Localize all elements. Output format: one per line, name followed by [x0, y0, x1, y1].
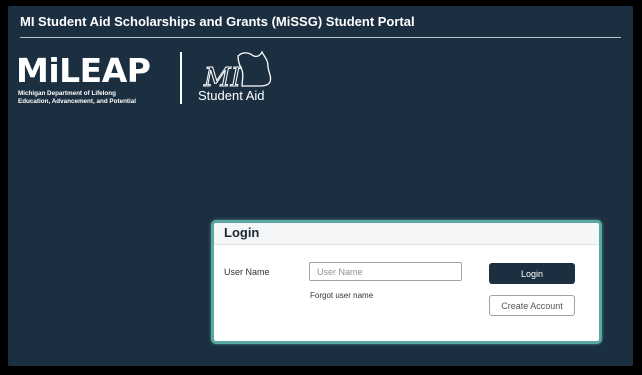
- title-divider: [20, 37, 621, 38]
- login-card: Login User Name Forgot user name Login C…: [211, 220, 602, 344]
- brand-divider: [180, 52, 182, 104]
- user-name-input[interactable]: [309, 262, 462, 281]
- mileap-subtitle: Michigan Department of Lifelong Educatio…: [18, 90, 188, 106]
- michigan-outline-icon: [237, 50, 272, 87]
- mileap-subtitle-line2: Education, Advancement, and Potential: [18, 98, 137, 105]
- brand-bar: MiLEAP Michigan Department of Lifelong E…: [16, 50, 316, 110]
- portal-title: MI Student Aid Scholarships and Grants (…: [20, 14, 415, 29]
- mi-student-aid-label: Student Aid: [198, 88, 265, 103]
- mileap-subtitle-line1: Michigan Department of Lifelong: [18, 90, 116, 97]
- login-heading: Login: [214, 223, 599, 245]
- mileap-logo: MiLEAP: [16, 51, 151, 90]
- forgot-user-name-link[interactable]: Forgot user name: [310, 291, 373, 300]
- app-window: MI Student Aid Scholarships and Grants (…: [8, 6, 633, 366]
- user-name-label: User Name: [224, 267, 270, 277]
- login-button[interactable]: Login: [489, 263, 575, 284]
- create-account-button[interactable]: Create Account: [489, 295, 575, 316]
